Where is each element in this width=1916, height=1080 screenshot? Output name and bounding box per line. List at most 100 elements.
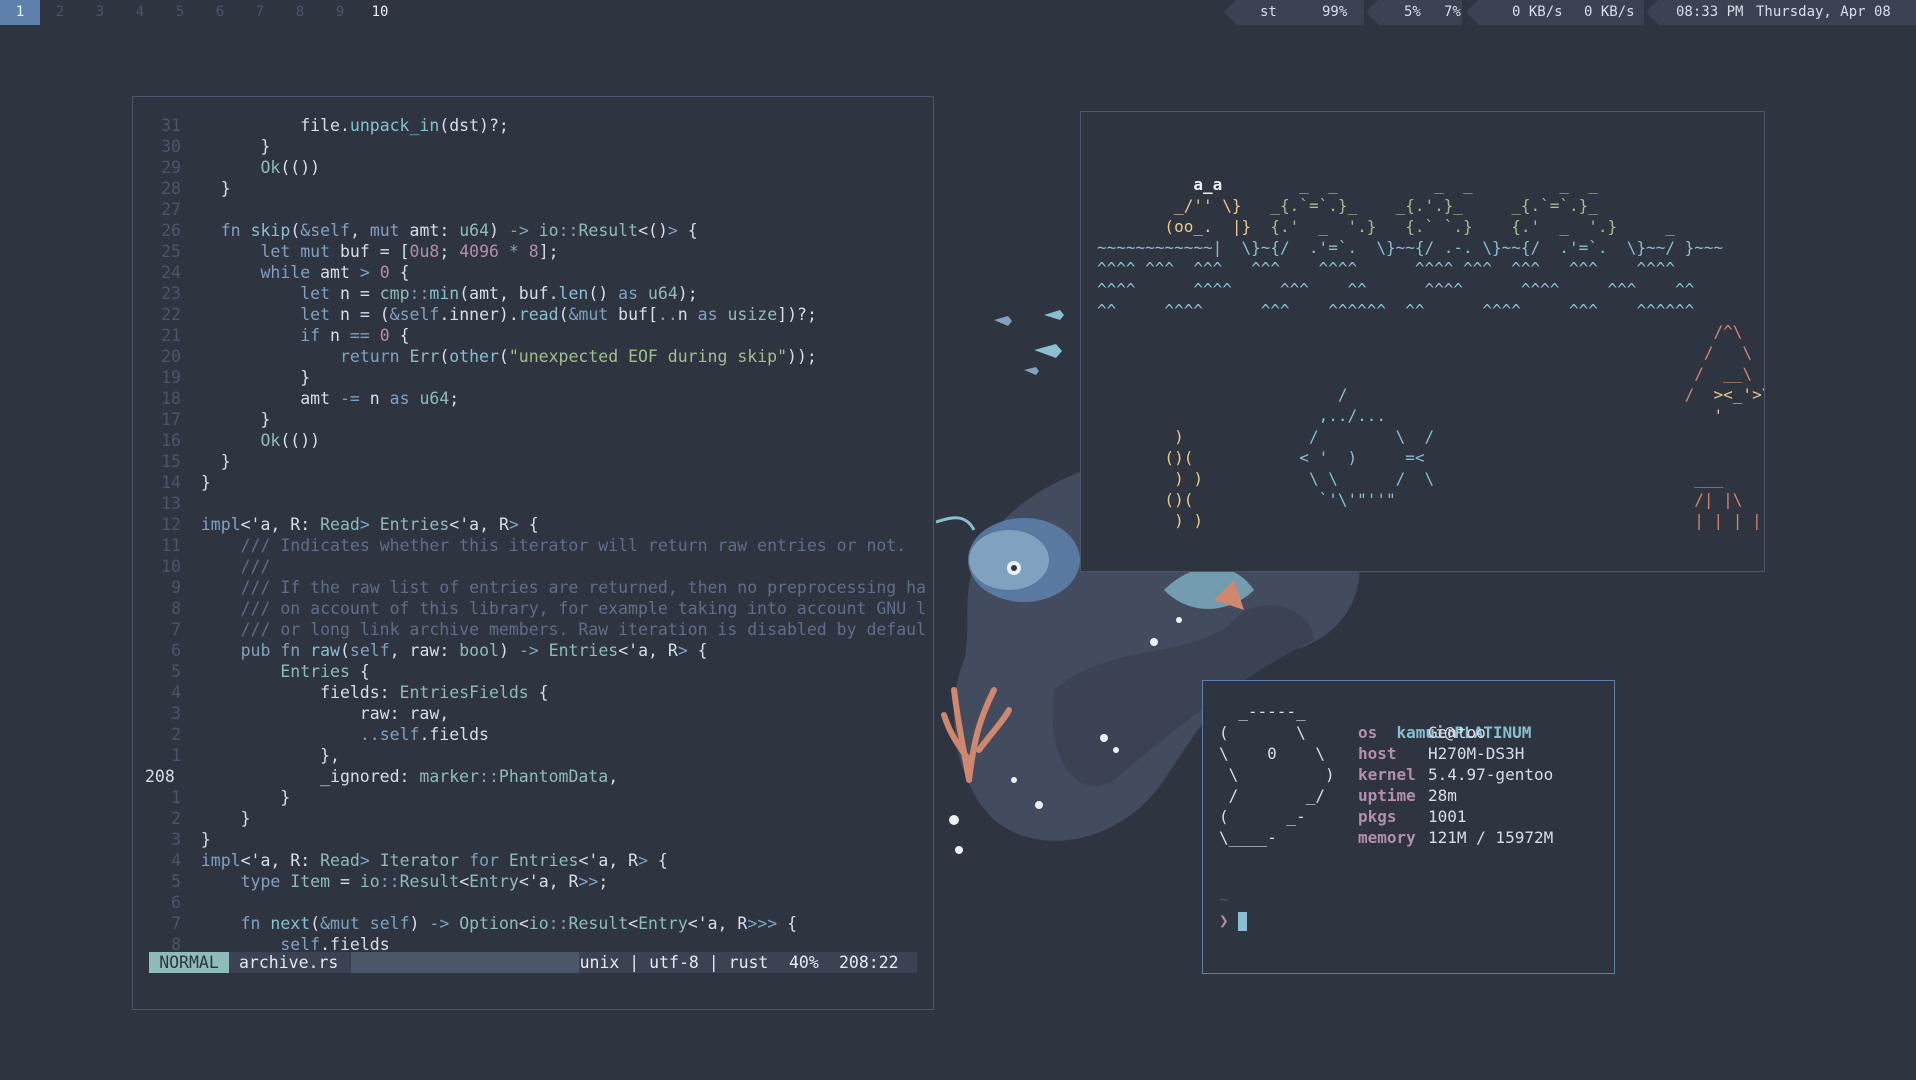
code-line[interactable]: 6: [145, 892, 201, 913]
code-line[interactable]: 9 /// If the raw list of entries are ret…: [145, 577, 926, 598]
line-number: 1: [171, 746, 181, 765]
code-line[interactable]: 3 raw: raw,: [145, 703, 449, 724]
line-number: 3: [171, 830, 181, 849]
code-line[interactable]: 7 fn next(&mut self) -> Option<io::Resul…: [145, 913, 797, 934]
code-line[interactable]: 31 file.unpack_in(dst)?;: [145, 115, 509, 136]
workspace-3[interactable]: 3: [80, 0, 120, 25]
clock-time: 08:33 PM: [1676, 4, 1744, 20]
code-text: return Err(other("unexpected EOF during …: [339, 347, 817, 366]
clock-segment: 08:33 PM Thursday, Apr 08: [1646, 0, 1916, 25]
code-text: }: [181, 179, 231, 198]
fetch-field-kernel: kernel 5.4.97-gentoo: [1358, 764, 1553, 785]
code-text: fn skip(&self, mut amt: u64) -> io::Resu…: [220, 221, 698, 240]
workspace-8[interactable]: 8: [280, 0, 320, 25]
workspace-9[interactable]: 9: [320, 0, 360, 25]
line-number: 18: [161, 389, 181, 408]
code-text: /// If the raw list of entries are retur…: [200, 578, 927, 597]
code-line[interactable]: 20 return Err(other("unexpected EOF duri…: [145, 346, 817, 367]
code-line[interactable]: 30 }: [145, 136, 270, 157]
code-line[interactable]: 19 }: [145, 367, 310, 388]
ascii-aquarium-window[interactable]: a_a _ _ _ _ _ _ _/'' \} _{.`=`.}_ _{.'.}…: [1080, 111, 1765, 572]
line-number: 28: [161, 179, 181, 198]
battery-level: 99%: [1312, 0, 1358, 25]
fetch-value: 1001: [1428, 807, 1467, 826]
code-line[interactable]: 8 /// on account of this library, for ex…: [145, 598, 926, 619]
workspace-2[interactable]: 2: [40, 0, 80, 25]
code-line[interactable]: 22 let n = (&self.inner).read(&mut buf[.…: [145, 304, 817, 325]
fetch-key: os: [1358, 723, 1378, 742]
code-line[interactable]: 11 /// Indicates whether this iterator w…: [145, 535, 906, 556]
code-line[interactable]: 15 }: [145, 451, 231, 472]
code-line[interactable]: 6 pub fn raw(self, raw: bool) -> Entries…: [145, 640, 708, 661]
code-line[interactable]: 24 while amt > 0 {: [145, 262, 409, 283]
clock-date: Thursday, Apr 08: [1756, 4, 1891, 20]
line-number: 13: [161, 494, 181, 513]
neovim-editor-window[interactable]: 31 file.unpack_in(dst)?; 30 } 29 Ok(()) 28 …: [132, 96, 934, 1010]
code-line[interactable]: 4 impl<'a, R: Read> Iterator for Entries…: [145, 850, 668, 871]
code-line[interactable]: 18 amt -= n as u64;: [145, 388, 459, 409]
fetch-value: 121M / 15972M: [1428, 828, 1554, 847]
code-text: /// on account of this library, for exam…: [200, 599, 927, 618]
code-line[interactable]: 12 impl<'a, R: Read> Entries<'a, R> {: [145, 514, 539, 535]
cursor-position: 208:22: [839, 953, 899, 972]
code-line[interactable]: 5 Entries {: [145, 661, 370, 682]
window-title: st: [1260, 4, 1277, 20]
line-number: 3: [171, 704, 181, 723]
code-line[interactable]: 3 }: [145, 829, 211, 850]
code-line[interactable]: 4 fields: EntriesFields {: [145, 682, 549, 703]
code-line[interactable]: 1 },: [145, 745, 340, 766]
code-line[interactable]: 16 Ok(()): [145, 430, 320, 451]
fetch-field-host: host H270M-DS3H: [1358, 743, 1524, 764]
code-line[interactable]: 21 if n == 0 {: [145, 325, 409, 346]
line-number: 25: [161, 242, 181, 261]
cpu-segment: 5% 7%: [1366, 0, 1462, 25]
workspace-6[interactable]: 6: [200, 0, 240, 25]
line-number: 12: [161, 515, 181, 534]
prompt-line[interactable]: ❯: [1219, 910, 1248, 931]
workspace-4[interactable]: 4: [120, 0, 160, 25]
line-number: 2: [171, 725, 181, 744]
line-number: 31: [161, 116, 181, 135]
code-line[interactable]: 28 }: [145, 178, 231, 199]
code-line[interactable]: 10 ///: [145, 556, 270, 577]
code-line[interactable]: 1 }: [145, 787, 290, 808]
top-bar: 1 2 3 4 5 6 7 8 9 10 st 5% 7% 0 KB/s 0 KB/s 08:33…: [0, 0, 1916, 25]
line-number: 5: [171, 872, 181, 891]
code-text: impl<'a, R: Read> Iterator for Entries<'…: [200, 851, 668, 870]
terminal-window[interactable]: _-----_ ( \ \ 0 \ \ ) / _/ ( _- \____- k…: [1202, 680, 1615, 974]
code-line[interactable]: 14 }: [145, 472, 211, 493]
fetch-key: host: [1358, 744, 1397, 763]
ascii-aquarium-art: a_a _ _ _ _ _ _ _/'' \} _{.`=`.}_ _{.'.}…: [1097, 175, 1764, 530]
fetch-field-os: os Gentoo: [1358, 722, 1486, 743]
code-text: let mut buf = [0u8; 4096 * 8];: [260, 242, 559, 261]
code-line[interactable]: 2 ..self.fields: [145, 724, 489, 745]
line-number: 1: [171, 788, 181, 807]
line-number: 26: [161, 221, 181, 240]
code-text: let n = cmp::min(amt, buf.len() as u64);: [300, 284, 698, 303]
line-number: 30: [161, 137, 181, 156]
line-number: 6: [171, 893, 181, 912]
code-line[interactable]: 2 }: [145, 808, 250, 829]
code-line[interactable]: 13: [145, 493, 201, 514]
workspace-7[interactable]: 7: [240, 0, 280, 25]
code-line[interactable]: 23 let n = cmp::min(amt, buf.len() as u6…: [145, 283, 698, 304]
code-line[interactable]: 29 Ok(()): [145, 157, 320, 178]
gentoo-logo: _-----_ ( \ \ 0 \ \ ) / _/ ( _- \____-: [1219, 702, 1335, 847]
code-text: }: [181, 137, 271, 156]
workspace-10[interactable]: 10: [360, 0, 400, 25]
code-text: raw: raw,: [181, 704, 450, 723]
fetch-value: 5.4.97-gentoo: [1428, 765, 1554, 784]
code-line[interactable]: 27: [145, 199, 201, 220]
workspace-1[interactable]: 1: [0, 0, 40, 25]
code-text: let n = (&self.inner).read(&mut buf[..n …: [300, 305, 817, 324]
code-text: /// Indicates whether this iterator will…: [200, 536, 907, 555]
code-line[interactable]: 26 fn skip(&self, mut amt: u64) -> io::R…: [145, 220, 698, 241]
code-line[interactable]: 25 let mut buf = [0u8; 4096 * 8];: [145, 241, 559, 262]
code-line[interactable]: 208 _ignored: marker::PhantomData,: [145, 766, 618, 787]
code-line[interactable]: 17 }: [145, 409, 270, 430]
code-line[interactable]: 7 /// or long link archive members. Raw …: [145, 619, 926, 640]
code-line[interactable]: 5 type Item = io::Result<Entry<'a, R>>;: [145, 871, 608, 892]
workspace-5[interactable]: 5: [160, 0, 200, 25]
file-info: unix | utf-8 | rust: [579, 952, 769, 973]
cwd-line: ~: [1219, 890, 1229, 909]
